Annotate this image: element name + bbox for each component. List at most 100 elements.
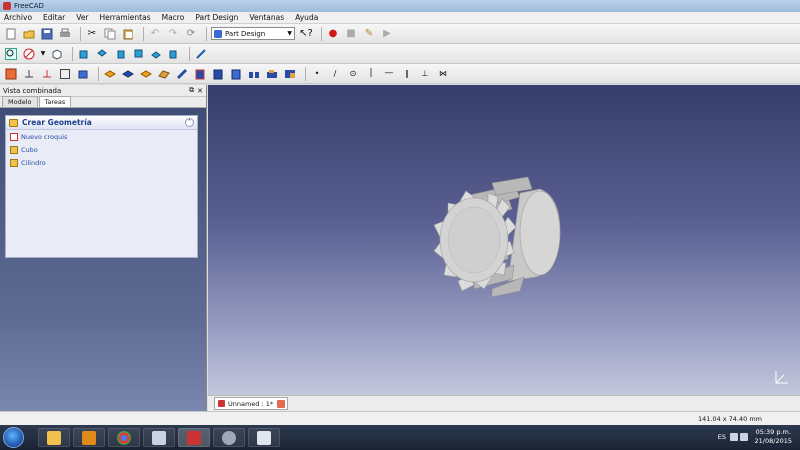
menu-editar[interactable]: Editar bbox=[43, 13, 65, 22]
measure-distance-icon[interactable] bbox=[194, 47, 208, 61]
part-icon[interactable] bbox=[4, 67, 18, 81]
sketch-attach-icon[interactable] bbox=[22, 67, 36, 81]
task-item-label: Cubo bbox=[21, 145, 38, 154]
menu-ventanas[interactable]: Ventanas bbox=[249, 13, 284, 22]
save-icon[interactable] bbox=[40, 27, 54, 41]
part-design-icon bbox=[214, 29, 222, 38]
record-macro-icon[interactable]: ● bbox=[326, 27, 340, 41]
file-toolbar: ✂ ↶ ↷ ⟳ Part Design ▼ ↖? ● ■ ✎ ▶ bbox=[0, 24, 800, 44]
mirrored-icon[interactable] bbox=[229, 67, 243, 81]
fillet-icon[interactable] bbox=[157, 67, 171, 81]
view-front-icon[interactable] bbox=[77, 47, 91, 61]
refresh-icon[interactable]: ⟳ bbox=[184, 27, 198, 41]
task-item-new-sketch[interactable]: Nuevo croquis bbox=[6, 130, 197, 143]
task-item-cube[interactable]: Cubo bbox=[6, 143, 197, 156]
stop-macro-icon[interactable]: ■ bbox=[344, 27, 358, 41]
constrain-point-icon[interactable]: • bbox=[310, 67, 324, 81]
view-right-icon[interactable] bbox=[113, 47, 127, 61]
freecad-logo-icon bbox=[187, 430, 201, 445]
chevron-down-icon[interactable]: ▼ bbox=[40, 47, 46, 61]
view-top-icon[interactable] bbox=[95, 47, 109, 61]
document-tab[interactable]: Unnamed : 1* bbox=[214, 397, 288, 410]
fit-all-icon[interactable] bbox=[4, 47, 18, 61]
taskbar-window[interactable] bbox=[248, 428, 280, 447]
open-folder-icon[interactable] bbox=[22, 27, 36, 41]
print-icon[interactable] bbox=[58, 27, 72, 41]
taskbar-calculator[interactable] bbox=[143, 428, 175, 447]
constrain-horizontal-icon[interactable]: — bbox=[382, 67, 396, 81]
chamfer-icon[interactable] bbox=[175, 67, 189, 81]
combo-view-panel: Vista combinada ⧉ ✕ Modelo Tareas Crear … bbox=[0, 85, 207, 412]
tray-network-icon[interactable] bbox=[740, 433, 748, 441]
constrain-vertical-icon[interactable]: | bbox=[364, 67, 378, 81]
view-rear-icon[interactable] bbox=[131, 47, 145, 61]
multi-transform-icon[interactable] bbox=[283, 67, 297, 81]
menu-archivo[interactable]: Archivo bbox=[4, 13, 32, 22]
workbench-selector[interactable]: Part Design ▼ bbox=[211, 27, 295, 40]
close-icon[interactable]: ✕ bbox=[197, 87, 203, 95]
redo-icon[interactable]: ↷ bbox=[166, 27, 180, 41]
menu-herramientas[interactable]: Herramientas bbox=[100, 13, 151, 22]
run-macro-icon[interactable]: ▶ bbox=[380, 27, 394, 41]
groove-icon[interactable] bbox=[139, 67, 153, 81]
polar-pattern-icon[interactable] bbox=[265, 67, 279, 81]
menu-macro[interactable]: Macro bbox=[162, 13, 185, 22]
taskbar-freecad[interactable] bbox=[178, 428, 210, 447]
clock-date: 21/08/2015 bbox=[754, 437, 792, 445]
edit-macro-icon[interactable]: ✎ bbox=[362, 27, 376, 41]
sketch-view-icon[interactable] bbox=[58, 67, 72, 81]
float-panel-icon[interactable]: ⧉ bbox=[189, 86, 194, 95]
constrain-symmetric-icon[interactable]: ⋈ bbox=[436, 67, 450, 81]
task-item-cylinder[interactable]: Cilindro bbox=[6, 156, 197, 169]
document-tab-bar: Unnamed : 1* bbox=[208, 395, 800, 411]
menu-ver[interactable]: Ver bbox=[76, 13, 88, 22]
menu-ayuda[interactable]: Ayuda bbox=[295, 13, 318, 22]
constrain-line-icon[interactable]: ∕ bbox=[328, 67, 342, 81]
pocket-icon[interactable] bbox=[103, 67, 117, 81]
cut-icon[interactable]: ✂ bbox=[85, 27, 99, 41]
draw-style-icon[interactable] bbox=[22, 47, 36, 61]
taskbar-media-player[interactable] bbox=[73, 428, 105, 447]
window-icon bbox=[257, 430, 271, 445]
document-tab-label: Unnamed : 1* bbox=[228, 399, 274, 408]
task-box-create-geometry: Crear Geometría ˄ Nuevo croquis Cubo Cil… bbox=[5, 115, 198, 258]
menu-part-design[interactable]: Part Design bbox=[195, 13, 238, 22]
thickness-icon[interactable] bbox=[211, 67, 225, 81]
tab-tareas[interactable]: Tareas bbox=[38, 96, 72, 107]
taskbar-explorer[interactable] bbox=[38, 428, 70, 447]
whats-this-icon[interactable]: ↖? bbox=[299, 27, 313, 41]
constrain-arc-icon[interactable]: ⊙ bbox=[346, 67, 360, 81]
collapse-icon[interactable]: ˄ bbox=[185, 118, 194, 127]
toolbar-separator bbox=[98, 66, 99, 81]
pad-icon[interactable] bbox=[76, 67, 90, 81]
constrain-parallel-icon[interactable]: ∥ bbox=[400, 67, 414, 81]
constrain-perpendicular-icon[interactable]: ⊥ bbox=[418, 67, 432, 81]
system-clock[interactable]: 05:39 p.m. 21/08/2015 bbox=[755, 428, 792, 446]
task-box-header[interactable]: Crear Geometría ˄ bbox=[6, 116, 197, 130]
tab-modelo[interactable]: Modelo bbox=[2, 96, 38, 107]
draft-icon[interactable] bbox=[193, 67, 207, 81]
paste-icon[interactable] bbox=[121, 27, 135, 41]
sketch-icon bbox=[10, 132, 18, 141]
tray-flag-icon[interactable] bbox=[730, 433, 738, 441]
language-indicator[interactable]: ES bbox=[718, 433, 726, 441]
toolbar-separator bbox=[321, 26, 322, 41]
view-axonometric-icon[interactable] bbox=[50, 47, 64, 61]
undo-icon[interactable]: ↶ bbox=[148, 27, 162, 41]
new-file-icon[interactable] bbox=[4, 27, 18, 41]
start-button[interactable] bbox=[3, 427, 24, 448]
3d-viewport[interactable] bbox=[208, 85, 800, 395]
revolution-icon[interactable] bbox=[121, 67, 135, 81]
taskbar-chrome[interactable] bbox=[108, 428, 140, 447]
sketch-leave-icon[interactable] bbox=[40, 67, 54, 81]
taskbar-app[interactable] bbox=[213, 428, 245, 447]
toolbar-separator bbox=[305, 66, 306, 81]
linear-pattern-icon[interactable] bbox=[247, 67, 261, 81]
copy-icon[interactable] bbox=[103, 27, 117, 41]
os-taskbar: ES 05:39 p.m. 21/08/2015 bbox=[0, 425, 800, 450]
close-icon[interactable] bbox=[277, 399, 285, 408]
gear-model[interactable] bbox=[208, 85, 800, 395]
panel-title: Vista combinada bbox=[3, 86, 62, 95]
view-bottom-icon[interactable] bbox=[149, 47, 163, 61]
view-left-icon[interactable] bbox=[167, 47, 181, 61]
